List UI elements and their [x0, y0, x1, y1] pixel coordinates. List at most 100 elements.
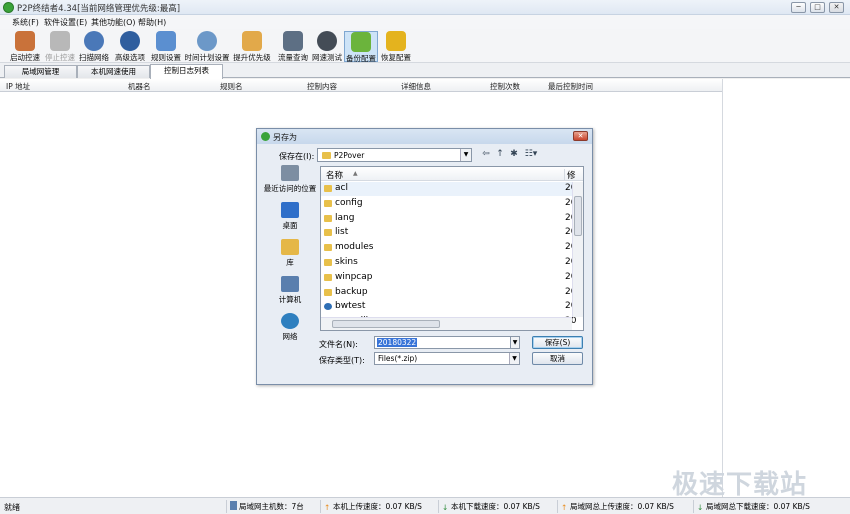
- save-button[interactable]: 保存(S): [532, 336, 583, 349]
- column-ip[interactable]: IP 地址: [6, 81, 30, 92]
- dialog-close-button[interactable]: ✕: [573, 131, 588, 141]
- scan-network-icon: [84, 31, 104, 51]
- maximize-button[interactable]: □: [810, 2, 825, 13]
- column-machine-name[interactable]: 机器名: [128, 81, 151, 92]
- close-button[interactable]: ✕: [829, 2, 844, 13]
- arrow-up-icon: ↑: [324, 503, 331, 512]
- dialog-app-icon: [261, 132, 270, 141]
- stop-control-icon: [50, 31, 70, 51]
- dialog-title-bar: 另存为 ✕: [257, 129, 592, 144]
- chevron-down-icon: ▼: [460, 149, 471, 161]
- folder-icon: [324, 185, 332, 192]
- place-recent[interactable]: 最近访问的位置: [261, 165, 319, 194]
- file-name: modules: [335, 242, 374, 253]
- start-control-button[interactable]: 启动控速: [7, 31, 43, 62]
- menu-other-functions[interactable]: 其他功能(O): [91, 17, 136, 28]
- raise-priority-button[interactable]: 提升优先级: [233, 31, 271, 62]
- library-icon: [281, 239, 299, 255]
- file-list-item[interactable]: backup 20: [321, 286, 576, 300]
- app-icon: [3, 2, 14, 13]
- file-list-item[interactable]: winpcap 20: [321, 271, 576, 285]
- menu-software-settings[interactable]: 软件设置(E): [44, 17, 87, 28]
- places-bar: 最近访问的位置 桌面 库 计算机 网络: [261, 165, 319, 341]
- column-rule-name[interactable]: 规则名: [220, 81, 243, 92]
- file-name: list: [335, 227, 349, 238]
- side-panel: [722, 79, 850, 497]
- column-control-count[interactable]: 控制次数: [490, 81, 520, 92]
- minimize-button[interactable]: ─: [791, 2, 806, 13]
- file-list-item[interactable]: modules 20: [321, 241, 576, 255]
- start-control-icon: [15, 31, 35, 51]
- tab-control-log[interactable]: 控制日志列表: [150, 64, 223, 79]
- save-in-label: 保存在(I):: [279, 152, 315, 161]
- column-modified[interactable]: 修: [564, 169, 576, 181]
- vertical-scrollbar[interactable]: [572, 182, 583, 317]
- traffic-query-button[interactable]: 流量查询: [277, 31, 309, 62]
- filetype-dropdown[interactable]: Files(*.zip) ▼: [374, 352, 520, 365]
- traffic-query-icon: [283, 31, 303, 51]
- backup-config-icon: [351, 32, 371, 52]
- back-icon[interactable]: ⇦: [480, 149, 492, 161]
- filetype-label: 保存类型(T):: [319, 356, 365, 365]
- new-folder-icon[interactable]: ✱: [508, 149, 520, 161]
- desktop-icon: [281, 202, 299, 218]
- chevron-down-icon: ▼: [509, 353, 519, 364]
- file-list-item[interactable]: acl 20: [321, 182, 576, 196]
- stop-control-button[interactable]: 停止控速: [42, 31, 78, 62]
- place-library[interactable]: 库: [261, 239, 319, 268]
- arrow-down-icon: ↓: [697, 503, 704, 512]
- status-local-download: ↓ 本机下载速度：0.07 KB/S: [438, 500, 540, 513]
- column-last-control-time[interactable]: 最后控制时间: [548, 81, 593, 92]
- sort-ascending-icon: ▲: [353, 170, 358, 177]
- speed-test-button[interactable]: 网速测试: [311, 31, 343, 62]
- filename-label: 文件名(N):: [319, 340, 358, 349]
- filename-input[interactable]: 20180322: [374, 336, 520, 349]
- file-list-item[interactable]: list 20: [321, 226, 576, 240]
- computer-icon: [230, 501, 237, 510]
- folder-icon: [324, 244, 332, 252]
- place-desktop[interactable]: 桌面: [261, 202, 319, 231]
- menu-system[interactable]: 系统(F): [12, 17, 39, 28]
- folder-icon: [324, 214, 332, 222]
- menu-help[interactable]: 帮助(H): [138, 17, 166, 28]
- time-plan-button[interactable]: 时间计划设置: [184, 31, 230, 62]
- rule-settings-icon: [156, 31, 176, 51]
- filename-dropdown-icon[interactable]: ▼: [510, 336, 520, 349]
- cancel-button[interactable]: 取消: [532, 352, 583, 365]
- view-menu-icon[interactable]: ☷▾: [522, 149, 540, 161]
- scan-network-button[interactable]: 扫描网络: [78, 31, 110, 62]
- backup-config-button[interactable]: 备份配置: [344, 31, 378, 63]
- file-list-item[interactable]: skins 20: [321, 256, 576, 270]
- restore-config-button[interactable]: 恢复配置: [380, 31, 412, 62]
- scroll-thumb[interactable]: [574, 196, 582, 236]
- window-title: P2P终结者4.34[当前网络管理优先级:最高]: [17, 4, 181, 14]
- column-name[interactable]: 名称: [326, 169, 343, 181]
- column-details[interactable]: 详细信息: [401, 81, 431, 92]
- folder-icon: [324, 199, 332, 207]
- file-name: winpcap: [335, 271, 373, 282]
- file-name: lang: [335, 212, 355, 223]
- advanced-options-button[interactable]: 高级选项: [114, 31, 146, 62]
- scroll-thumb[interactable]: [332, 320, 440, 328]
- rule-settings-button[interactable]: 规则设置: [150, 31, 182, 62]
- horizontal-scrollbar[interactable]: [321, 317, 572, 330]
- folder-icon: [322, 152, 331, 159]
- file-list[interactable]: 名称 ▲ 修 acl 20 config 20 lang 20 list 20 modules 2…: [320, 166, 584, 331]
- place-network[interactable]: 网络: [261, 313, 319, 342]
- tab-local-speed[interactable]: 本机网速使用: [77, 65, 150, 78]
- file-list-item[interactable]: bwtest 20: [321, 300, 576, 314]
- file-list-item[interactable]: lang 20: [321, 212, 576, 226]
- status-text: 就绪: [4, 503, 20, 512]
- file-name: bwtest: [335, 301, 366, 312]
- up-folder-icon[interactable]: ↑: [494, 149, 506, 161]
- place-computer[interactable]: 计算机: [261, 276, 319, 305]
- folder-icon: [324, 259, 332, 266]
- file-list-item[interactable]: config 20: [321, 197, 576, 211]
- status-lan-download: ↓ 局域网总下载速度：0.07 KB/S: [693, 500, 810, 513]
- toolbar: 启动控速 停止控速 扫描网络 高级选项 规则设置 时间计划设置 提升优先级 流量…: [0, 29, 850, 63]
- column-control-content[interactable]: 控制内容: [307, 81, 337, 92]
- speed-test-icon: [317, 31, 337, 51]
- file-name: acl: [335, 183, 348, 193]
- save-in-dropdown[interactable]: P2Pover ▼: [317, 148, 472, 162]
- tab-lan-management[interactable]: 局域网管理: [4, 65, 77, 78]
